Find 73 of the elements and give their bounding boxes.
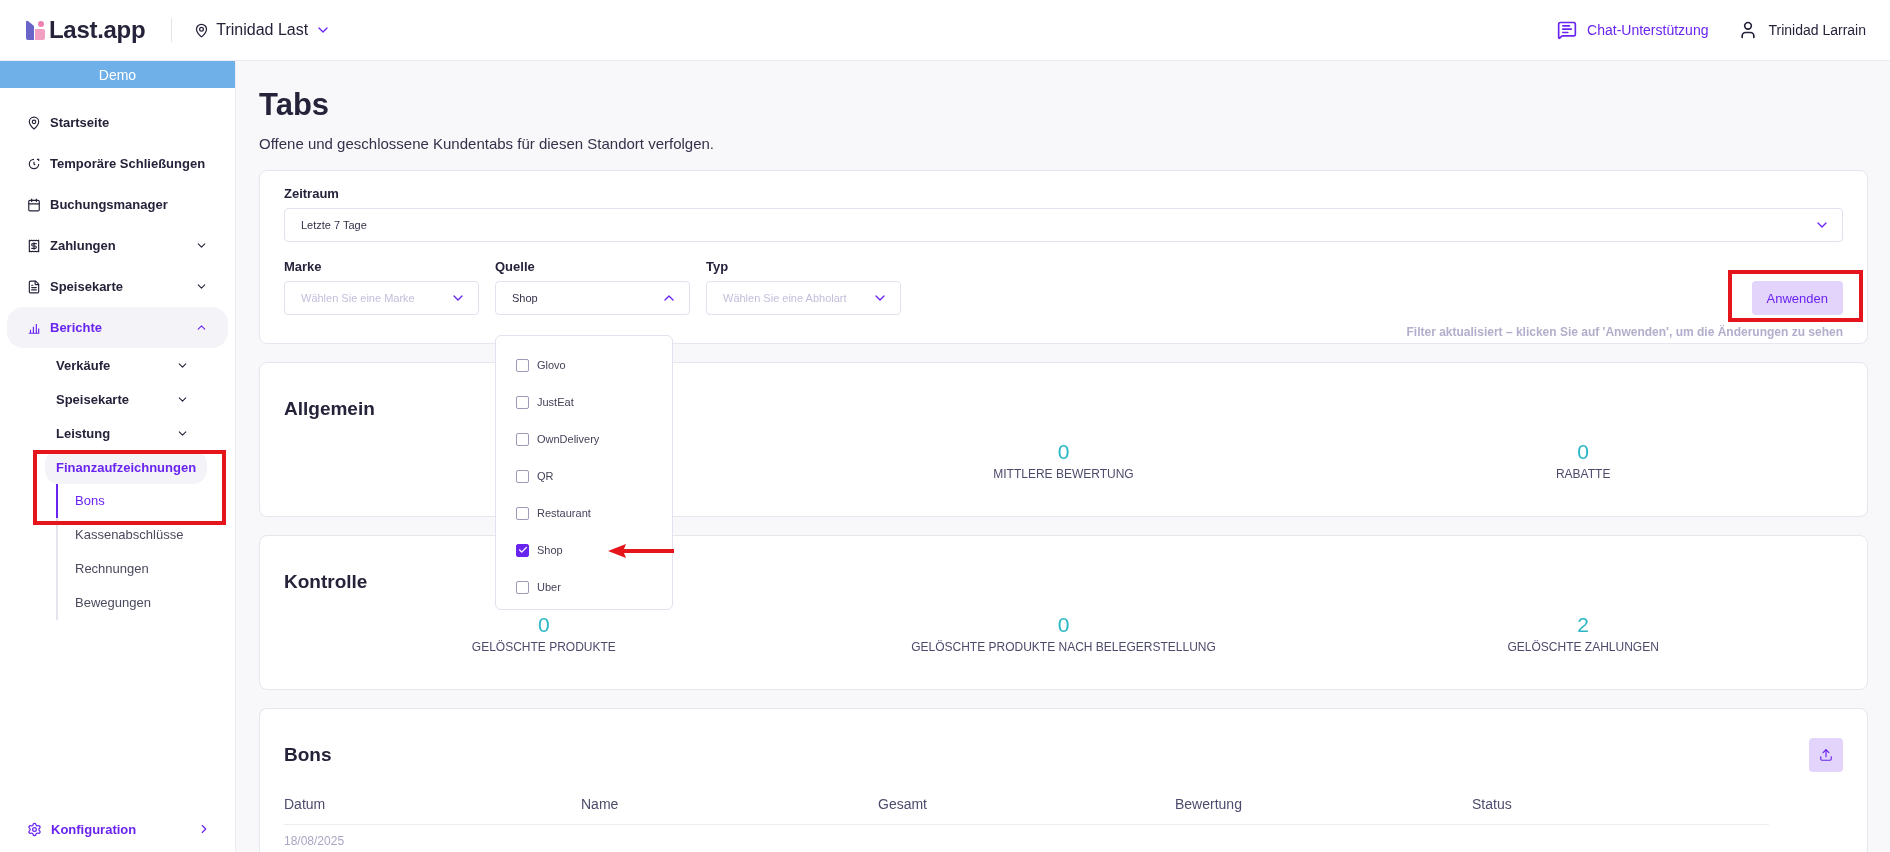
dropdown-option[interactable]: Restaurant: [516, 504, 672, 522]
sidebar-subitem[interactable]: Bewegungen: [56, 586, 235, 620]
upload-icon: [1819, 748, 1833, 762]
field-label: Marke: [284, 259, 323, 274]
dropdown-option[interactable]: QR: [516, 467, 672, 485]
settings-icon: [27, 821, 42, 837]
sidebar-item[interactable]: Verkäufe: [45, 348, 207, 382]
demo-banner: Demo: [0, 61, 235, 88]
checkbox[interactable]: [516, 543, 529, 557]
stat-label: GELÖSCHTE ZAHLUNGEN: [1507, 640, 1659, 654]
sidebar-item[interactable]: Leistung: [45, 416, 207, 450]
calendar-icon: [27, 197, 41, 212]
settings-link[interactable]: Konfiguration: [0, 806, 235, 852]
filter-hint: Filter aktualisiert – klicken Sie auf 'Anwenden', um die Änderungen zu sehen: [1405, 325, 1843, 339]
dropdown-option[interactable]: Uber: [516, 578, 672, 596]
dropdown-option[interactable]: JustEat: [516, 393, 672, 411]
section-title: Bons: [284, 744, 332, 766]
dropdown-option[interactable]: Glovo: [516, 356, 672, 374]
logo-text: Last.app: [49, 16, 146, 44]
column-header: Name: [581, 795, 620, 814]
column-header: Datum: [284, 795, 327, 814]
field-label: Zeitraum: [284, 186, 340, 201]
export-button[interactable]: [1809, 738, 1843, 772]
checkbox[interactable]: [516, 469, 529, 483]
checkbox[interactable]: [516, 580, 529, 594]
apply-button[interactable]: Anwenden: [1751, 281, 1843, 315]
page-subtitle: Offene und geschlossene Kundentabs für diesen Standort verfolgen.: [259, 135, 716, 152]
field-label: Quelle: [495, 259, 536, 274]
stat-value: 2: [1577, 613, 1589, 637]
receipt-icon: [27, 238, 41, 253]
location-selector[interactable]: Trinidad Last: [194, 21, 332, 39]
checkbox[interactable]: [516, 358, 529, 372]
dropdown-option[interactable]: OwnDelivery: [516, 430, 672, 448]
sidebar-subitem[interactable]: Kassenabschlüsse: [56, 518, 235, 552]
stat-value: 0: [1057, 613, 1070, 637]
period-select[interactable]: Letzte 7 Tage: [284, 208, 1843, 242]
document-icon: [27, 279, 41, 294]
user-menu[interactable]: Trinidad Larrain: [1738, 20, 1866, 40]
dropdown-option[interactable]: Shop: [516, 541, 672, 559]
sidebar-item[interactable]: Startseite: [7, 102, 228, 143]
page-title: Tabs: [259, 87, 331, 123]
sidebar-item[interactable]: Buchungsmanager: [7, 184, 228, 225]
stat-value: 0: [1577, 440, 1589, 464]
sidebar-item[interactable]: Berichte: [7, 307, 228, 348]
sidebar-item[interactable]: Temporäre Schließungen: [7, 143, 228, 184]
stat-label: RABATTE: [1555, 467, 1611, 481]
chat-support-link[interactable]: Chat-Unterstützung: [1557, 20, 1709, 40]
logo-icon: [26, 20, 46, 40]
stat-label: GELÖSCHTE PRODUKTE NACH BELEGERSTELLUNG: [911, 640, 1216, 654]
field-label: Typ: [706, 259, 730, 274]
table-cell-text: 18/08/2025: [284, 833, 346, 848]
chat-icon: [1557, 20, 1578, 40]
checkbox[interactable]: [516, 395, 529, 409]
stat-label: GELÖSCHTE PRODUKTE: [471, 640, 616, 654]
section-title: Kontrolle: [284, 571, 368, 593]
stat-value: 0: [1057, 440, 1070, 464]
clock-icon: [27, 156, 41, 171]
column-header: Bewertung: [1175, 795, 1243, 814]
stat-label: MITTLERE BEWERTUNG: [993, 467, 1134, 481]
sidebar-subitem[interactable]: Bons: [56, 484, 235, 518]
checkbox[interactable]: [516, 506, 529, 520]
section-title: Allgemein: [284, 398, 375, 420]
sidebar-item[interactable]: Speisekarte: [7, 266, 228, 307]
checkbox[interactable]: [516, 432, 529, 446]
sidebar-item[interactable]: Zahlungen: [7, 225, 228, 266]
column-header: Gesamt: [878, 795, 928, 814]
stat-value: 0: [538, 613, 550, 637]
sidebar-item[interactable]: Speisekarte: [45, 382, 207, 416]
filter-select[interactable]: Shop: [495, 281, 690, 315]
sidebar-subitem[interactable]: Rechnungen: [56, 552, 235, 586]
column-header: Status: [1472, 795, 1513, 814]
location-pin-icon: [27, 115, 41, 130]
location-pin-icon: [194, 22, 210, 38]
